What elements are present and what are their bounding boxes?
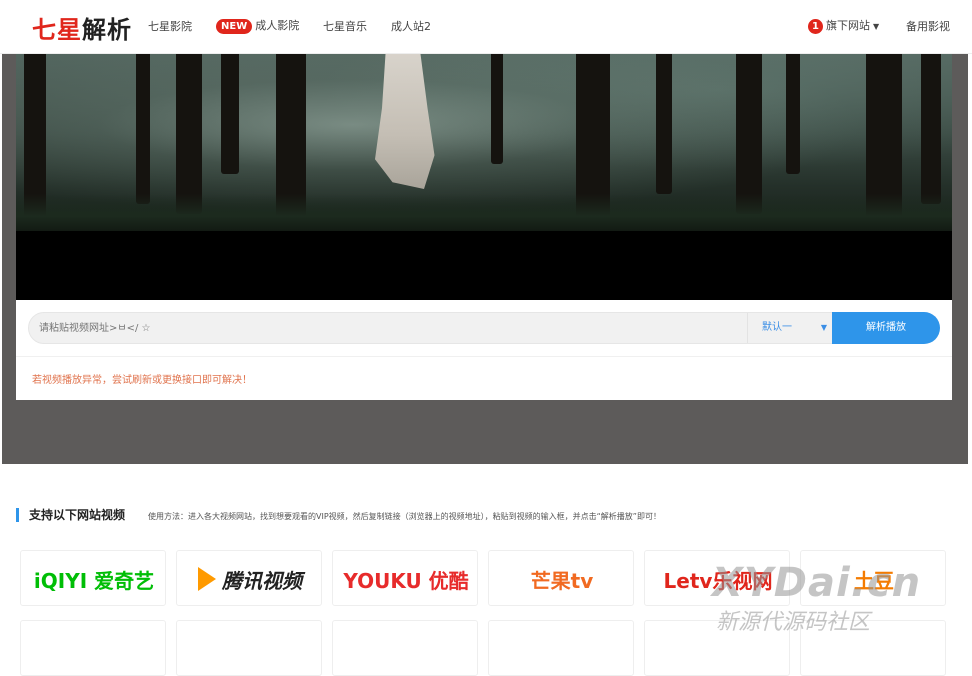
site-card-iqiyi[interactable]: iQIYI 爱奇艺 (20, 550, 166, 606)
site-card-tencent[interactable]: 腾讯视频 (176, 550, 322, 606)
site-card-mango[interactable]: 芒果tv (488, 550, 634, 606)
count-badge: 1 (808, 19, 823, 34)
mango-tv-logo: 芒果tv (530, 568, 594, 593)
parse-play-button[interactable]: 解析播放 (832, 312, 940, 344)
parse-panel: 默认一 ▼ 解析播放 若视频播放异常，尝试刷新或更换接口即可解决！ (16, 300, 952, 400)
top-nav: 七星解析 七星影院 NEW 成人影院 七星音乐 成人站2 1 旗下网站 ▼ 备用影视 (0, 0, 972, 54)
nav-link-adult-cinema[interactable]: NEW 成人影院 (216, 17, 299, 34)
select-arrow-icon: ▼ (820, 323, 827, 332)
nav-link-adult-site-2[interactable]: 成人站2 (391, 18, 431, 34)
section-title: 支持以下网站视频 (16, 508, 125, 522)
section-description: 使用方法：进入各大视频网站，找到想要观看的VIP视频，然后复制链接（浏览器上的视… (148, 512, 661, 521)
watermark-text: XYDai.cn (712, 560, 922, 606)
site-card-youku[interactable]: YOUKU 优酷 (332, 550, 478, 606)
nav-link-backup[interactable]: 备用影视 (906, 18, 950, 34)
help-tip: 若视频播放异常，尝试刷新或更换接口即可解决！ (32, 375, 252, 386)
site-card-row2-4[interactable] (488, 620, 634, 676)
watermark-subtext: 新源代源码社区 (716, 610, 871, 635)
site-logo[interactable]: 七星解析 (32, 10, 132, 45)
nav-link-music[interactable]: 七星音乐 (323, 18, 367, 34)
video-url-input[interactable] (39, 313, 739, 343)
new-badge: NEW (216, 19, 253, 34)
nav-link-qixing-cinema[interactable]: 七星影院 (148, 18, 192, 34)
tencent-video-logo: 腾讯视频 (177, 551, 321, 605)
caret-down-icon: ▼ (873, 22, 880, 31)
player-area: 默认一 ▼ 解析播放 若视频播放异常，尝试刷新或更换接口即可解决！ (2, 54, 968, 464)
video-letterbox (16, 231, 952, 301)
video-frame[interactable] (16, 54, 952, 231)
url-bar: 默认一 ▼ 解析播放 (28, 312, 940, 344)
play-icon (198, 567, 216, 591)
site-card-row2-1[interactable] (20, 620, 166, 676)
api-select[interactable]: 默认一 ▼ (747, 313, 833, 343)
youku-logo: YOUKU 优酷 (343, 568, 469, 593)
site-card-row2-3[interactable] (332, 620, 478, 676)
site-card-row2-2[interactable] (176, 620, 322, 676)
nav-dropdown-sites[interactable]: 1 旗下网站 ▼ (808, 17, 879, 34)
iqiyi-logo: iQIYI 爱奇艺 (33, 568, 155, 593)
